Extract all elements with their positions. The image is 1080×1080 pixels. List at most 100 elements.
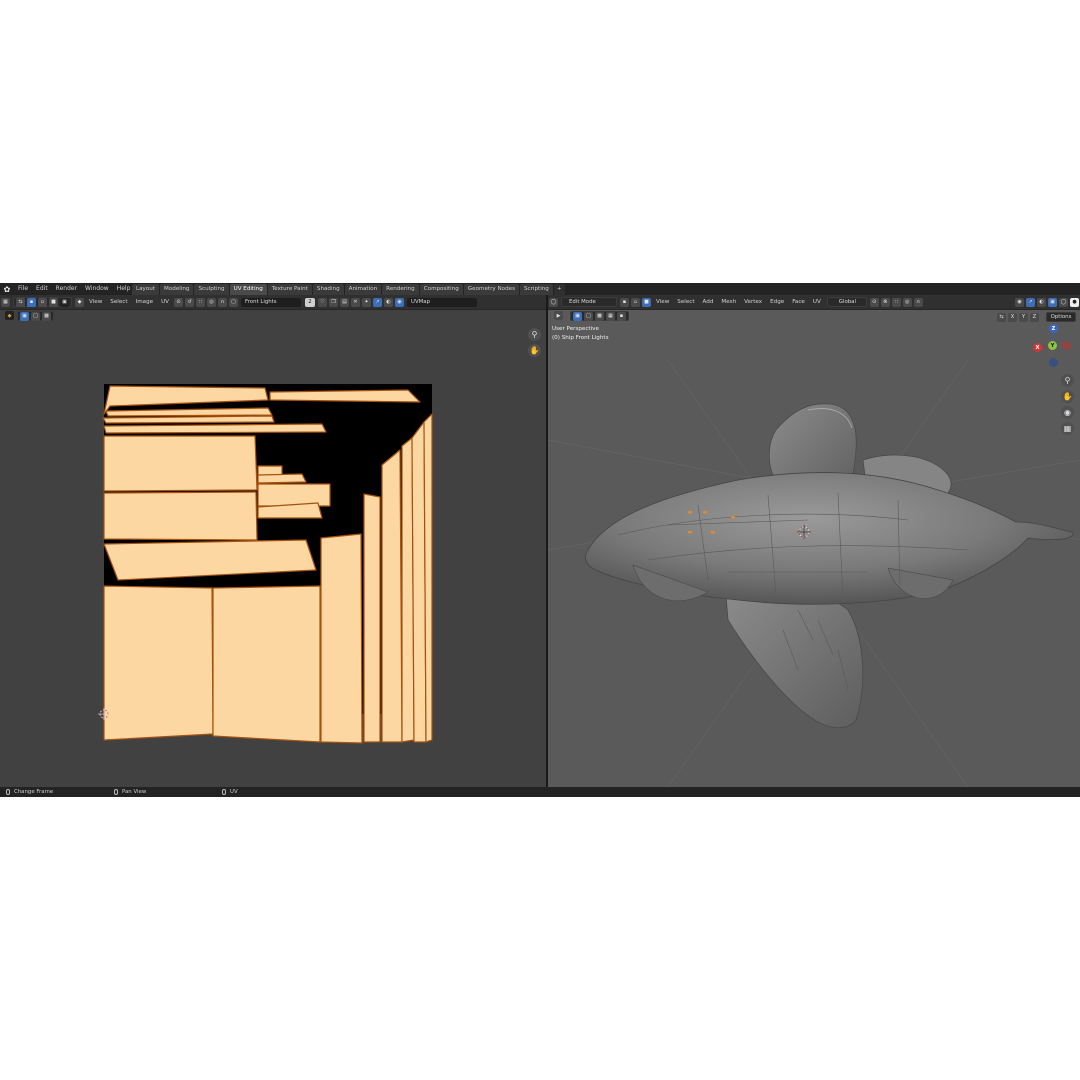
vp-face-select-icon[interactable]: ■ [642, 297, 651, 307]
pivot-point-icon[interactable]: ⊙ [869, 297, 879, 307]
overlays-icon[interactable]: ◐ [1037, 297, 1046, 307]
unlink-image-icon[interactable]: ✕ [351, 297, 360, 307]
gizmo-neg-z-icon[interactable] [1049, 358, 1058, 367]
pivot-icon[interactable]: ⊙ [174, 297, 183, 307]
gizmo-toggle-icon[interactable]: ↗ [1026, 297, 1035, 307]
snap-increment-icon[interactable]: ∷ [891, 297, 901, 307]
tab-rendering[interactable]: Rendering [382, 284, 419, 295]
vp-menu-add[interactable]: Add [699, 299, 718, 305]
add-workspace-button[interactable]: + [553, 284, 565, 295]
orientation-selector[interactable]: Global [826, 297, 867, 307]
vp-falloff-icon[interactable]: ∩ [913, 297, 923, 307]
display-channels-icon[interactable]: ◉ [395, 297, 404, 307]
image-browse-icon[interactable]: ▢ [229, 297, 238, 307]
vp-menu-select[interactable]: Select [673, 299, 698, 305]
tab-animation[interactable]: Animation [344, 284, 382, 295]
tab-texture-paint[interactable]: Texture Paint [267, 284, 312, 295]
uv-sync-icon[interactable]: ⇆ [16, 297, 25, 307]
blender-logo-icon[interactable]: ✿ [0, 283, 14, 295]
image-name-field[interactable]: Front Lights [241, 297, 301, 307]
tab-modeling[interactable]: Modeling [160, 284, 194, 295]
uv-island[interactable] [423, 413, 433, 743]
mouse-right-icon [222, 789, 226, 795]
xray-icon[interactable]: ▣ [1048, 297, 1057, 307]
menu-window[interactable]: Window [81, 283, 113, 295]
tab-uv-editing[interactable]: UV Editing [229, 284, 267, 295]
uv-island[interactable] [103, 435, 258, 492]
vp-menu-face[interactable]: Face [788, 299, 809, 305]
tab-scripting[interactable]: Scripting [519, 284, 553, 295]
vp-menu-mesh[interactable]: Mesh [717, 299, 740, 305]
vp-grid-icon[interactable]: ▦ [1061, 422, 1074, 435]
fake-user-icon[interactable]: ♡ [318, 297, 327, 307]
uv-island[interactable] [381, 449, 403, 743]
uv-hand-icon[interactable]: ✋ [528, 344, 541, 357]
snap-target-icon[interactable]: ∷ [196, 297, 205, 307]
new-image-icon[interactable]: ❐ [329, 297, 338, 307]
vp-hand-icon[interactable]: ✋ [1061, 390, 1074, 403]
sticky-select-icon[interactable]: ◆ [75, 297, 84, 307]
falloff-icon[interactable]: ∩ [218, 297, 227, 307]
wireframe-shading-icon[interactable]: ◯ [1059, 297, 1068, 307]
uv-island[interactable] [363, 493, 381, 743]
uv-canvas[interactable] [0, 310, 546, 787]
vertex-select-icon[interactable]: ▪ [27, 297, 36, 307]
uv-menu-image[interactable]: Image [132, 299, 158, 305]
uv-zoom-icon[interactable]: ⚲ [528, 328, 541, 341]
pin-icon[interactable]: ✦ [362, 297, 371, 307]
uv-island[interactable] [103, 423, 327, 434]
uv-island[interactable] [212, 585, 321, 743]
viewport-editor-type-icon[interactable]: ◯ [549, 297, 558, 307]
vp-vertex-select-icon[interactable]: ▪ [620, 297, 629, 307]
gizmo-z-icon[interactable]: Z [1049, 324, 1058, 333]
vp-menu-view[interactable]: View [652, 299, 673, 305]
cursor-tool-icon[interactable]: ↗ [373, 297, 382, 307]
vp-snap-icon[interactable]: ⊗ [880, 297, 890, 307]
tab-compositing[interactable]: Compositing [419, 284, 463, 295]
tab-geometry-nodes[interactable]: Geometry Nodes [463, 284, 519, 295]
menu-render[interactable]: Render [52, 283, 81, 295]
proportional-edit-icon[interactable]: ◎ [207, 297, 216, 307]
uvmap-field[interactable]: UVMap [407, 297, 477, 307]
overlay-icon[interactable]: ◐ [384, 297, 393, 307]
uv-island[interactable] [103, 585, 214, 741]
vp-menu-uv[interactable]: UV [809, 299, 825, 305]
vp-menu-vertex[interactable]: Vertex [740, 299, 766, 305]
face-select-icon[interactable]: ■ [49, 297, 58, 307]
menu-edit[interactable]: Edit [32, 283, 52, 295]
tab-sculpting[interactable]: Sculpting [194, 284, 229, 295]
uv-menu-view[interactable]: View [85, 299, 106, 305]
viewport-canvas[interactable] [548, 310, 1080, 787]
uv-menu-uv[interactable]: UV [157, 299, 173, 305]
solid-shading-icon[interactable]: ● [1070, 297, 1079, 307]
tab-layout[interactable]: Layout [132, 284, 160, 295]
status-right: UV [222, 789, 238, 795]
snap-icon[interactable]: ↺ [185, 297, 194, 307]
orientation-label: Global [838, 299, 856, 305]
navigation-gizmo[interactable]: Z Y X [1033, 324, 1078, 369]
gizmo-x-icon[interactable]: X [1033, 343, 1042, 352]
visibility-icon[interactable]: ◉ [1015, 297, 1024, 307]
uv-island[interactable] [320, 533, 363, 744]
uv-island[interactable] [103, 491, 258, 541]
vp-menu-edge[interactable]: Edge [766, 299, 788, 305]
tab-shading[interactable]: Shading [312, 284, 344, 295]
uv-editor[interactable]: ◆ ▣ □ ▩ ⚲ ✋ [0, 310, 546, 787]
mode-selector[interactable]: Edit Mode [561, 297, 617, 307]
uv-island[interactable] [257, 483, 331, 507]
editor-type-icon[interactable]: ▦ [1, 297, 10, 307]
uv-island[interactable] [257, 473, 307, 484]
edge-select-icon[interactable]: ▫ [38, 297, 47, 307]
gizmo-neg-x-icon[interactable] [1062, 341, 1071, 350]
menu-file[interactable]: File [14, 283, 32, 295]
vp-edge-select-icon[interactable]: ▫ [631, 297, 640, 307]
uv-island[interactable] [269, 389, 421, 403]
uv-menu-select[interactable]: Select [106, 299, 131, 305]
3d-viewport[interactable]: ▶ ▣ □ ▩ ▦ ▪ ⇆ X Y Z Options User Perspec… [548, 310, 1080, 787]
vp-zoom-icon[interactable]: ⚲ [1061, 374, 1074, 387]
gizmo-y-icon[interactable]: Y [1048, 341, 1057, 350]
island-select-icon[interactable]: ▣ [60, 297, 69, 307]
open-image-icon[interactable]: ▤ [340, 297, 349, 307]
vp-proportional-icon[interactable]: ◎ [902, 297, 912, 307]
vp-camera-icon[interactable]: ◉ [1061, 406, 1074, 419]
